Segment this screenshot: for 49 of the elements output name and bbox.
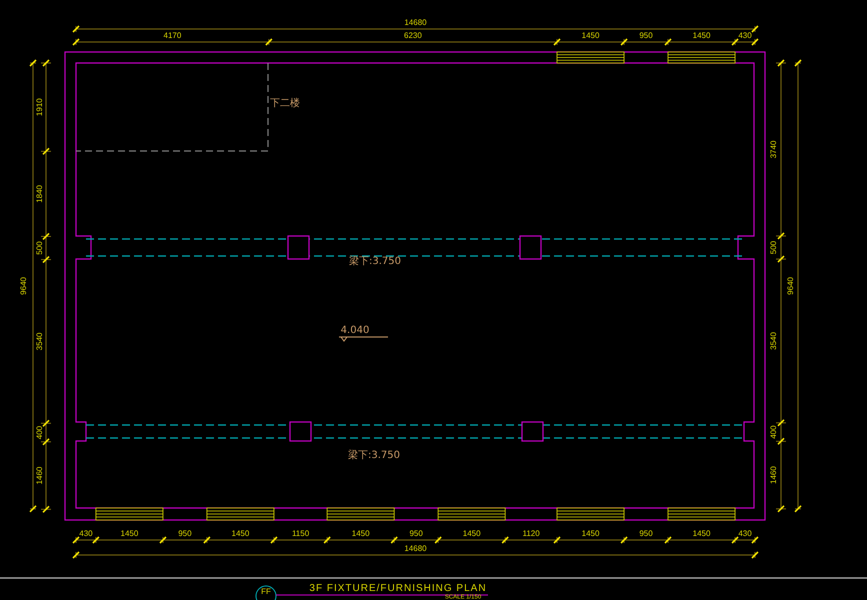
dimension-text: 1460	[35, 466, 44, 484]
note-text: 下二楼	[270, 98, 300, 109]
dimension-text: 14680	[404, 18, 427, 27]
elevation-text: 4.040	[340, 325, 370, 336]
dimension-text: 1460	[769, 466, 778, 484]
dimension-text: 1450	[352, 529, 370, 538]
dimension-text: 1450	[692, 529, 710, 538]
dimension-text: 3540	[769, 332, 778, 350]
dimension-text: 3740	[769, 140, 778, 158]
dimension-text: 1840	[35, 185, 44, 203]
window-drawing	[95, 508, 164, 520]
window-drawing	[326, 508, 395, 520]
dimension-text: 1450	[582, 31, 600, 40]
window-drawing	[668, 52, 736, 64]
dimension-text: 400	[769, 425, 778, 439]
elevation-marker-icon	[338, 336, 388, 342]
dimension-text: 1120	[522, 529, 540, 538]
dimension-text: 6230	[404, 31, 422, 40]
badge-text: FF	[261, 587, 271, 596]
dimension-text: 4170	[164, 31, 182, 40]
window-drawing	[206, 508, 274, 520]
dimension-text: 1450	[582, 529, 600, 538]
dimension-text: 400	[35, 426, 44, 440]
window-drawing	[668, 508, 736, 520]
dimension-text: 950	[178, 529, 192, 538]
dimension-text: 500	[35, 241, 44, 255]
dimension-text: 950	[639, 31, 653, 40]
dimension-text: 1450	[462, 529, 481, 538]
dimension-text: 950	[410, 529, 423, 538]
dimension-text: 430	[738, 529, 752, 538]
dimension-text: 1450	[120, 529, 138, 538]
dimension-text: 1910	[35, 98, 44, 116]
dimension-text: 1150	[292, 529, 310, 538]
dimension-text: 430	[79, 529, 93, 538]
note-text: 梁下:3.750	[349, 256, 401, 267]
window-drawing	[438, 508, 506, 520]
dimension-text: 9640	[786, 277, 795, 295]
dimension-text: 1450	[692, 31, 710, 40]
dimension-text: 950	[639, 529, 653, 538]
drawing-title: 3F FIXTURE/FURNISHING PLAN	[309, 583, 487, 594]
window-drawing	[556, 508, 624, 520]
dimension-text: 14680	[404, 544, 427, 553]
note-text: 梁下:3.750	[348, 450, 400, 461]
dimension-text: 500	[769, 240, 778, 254]
dimension-text: 1450	[232, 529, 250, 538]
dimension-text: 3540	[35, 332, 44, 350]
dimension-text: 9640	[19, 277, 28, 295]
dimension-text: 430	[738, 31, 752, 40]
window-drawing	[556, 52, 624, 64]
